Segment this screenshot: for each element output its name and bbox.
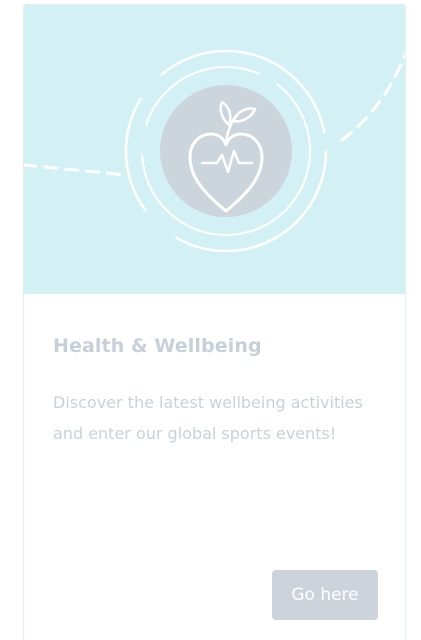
go-here-button[interactable]: Go here <box>272 570 378 620</box>
dashed-line-left <box>24 163 128 177</box>
card-hero-image <box>24 5 405 294</box>
card-body: Health & Wellbeing Discover the latest w… <box>24 294 405 640</box>
hero-illustration <box>24 49 405 253</box>
dashed-line-right <box>340 50 405 142</box>
wellbeing-card: Health & Wellbeing Discover the latest w… <box>23 4 406 640</box>
card-title: Health & Wellbeing <box>53 335 262 357</box>
card-description: Discover the latest wellbeing activities… <box>53 393 363 443</box>
